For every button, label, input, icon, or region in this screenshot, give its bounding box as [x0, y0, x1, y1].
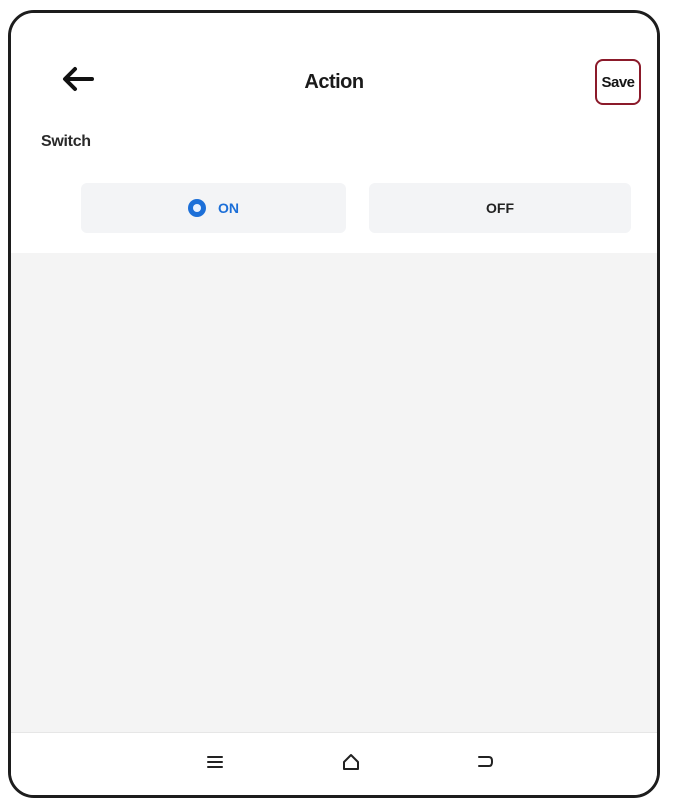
- menu-icon: [207, 756, 223, 768]
- system-back-icon: [478, 756, 493, 767]
- switch-option-on[interactable]: ON: [81, 183, 346, 233]
- nav-back-button[interactable]: [465, 745, 505, 779]
- header: Action Save: [11, 13, 657, 121]
- system-nav-bar: [11, 732, 657, 795]
- page-title: Action: [304, 71, 364, 93]
- nav-menu-button[interactable]: [195, 745, 235, 779]
- home-icon: [343, 754, 359, 770]
- device-frame: Action Save Switch ON OFF: [8, 10, 660, 798]
- radio-selected-icon: [188, 199, 206, 217]
- switch-section-label: Switch: [41, 133, 91, 150]
- switch-option-off-label: OFF: [486, 200, 514, 216]
- switch-option-on-label: ON: [218, 200, 239, 216]
- content-area: [11, 253, 657, 743]
- switch-option-off[interactable]: OFF: [369, 183, 631, 233]
- save-button[interactable]: Save: [595, 59, 641, 105]
- nav-home-button[interactable]: [331, 745, 371, 779]
